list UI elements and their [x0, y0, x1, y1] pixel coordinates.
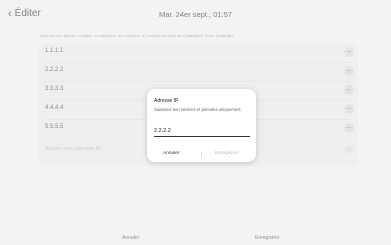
- dialog-cancel-button[interactable]: Annuler: [163, 151, 180, 156]
- divider: [201, 151, 202, 157]
- ip-address-input[interactable]: [154, 126, 250, 137]
- dialog-save-button[interactable]: Enregistrer: [215, 151, 238, 156]
- dialog-message: Saisissez les nombres et périodes unique…: [154, 107, 242, 112]
- dialog-title: Adresse IP: [154, 98, 179, 104]
- ip-address-dialog: Adresse IP Saisissez les nombres et péri…: [147, 89, 256, 162]
